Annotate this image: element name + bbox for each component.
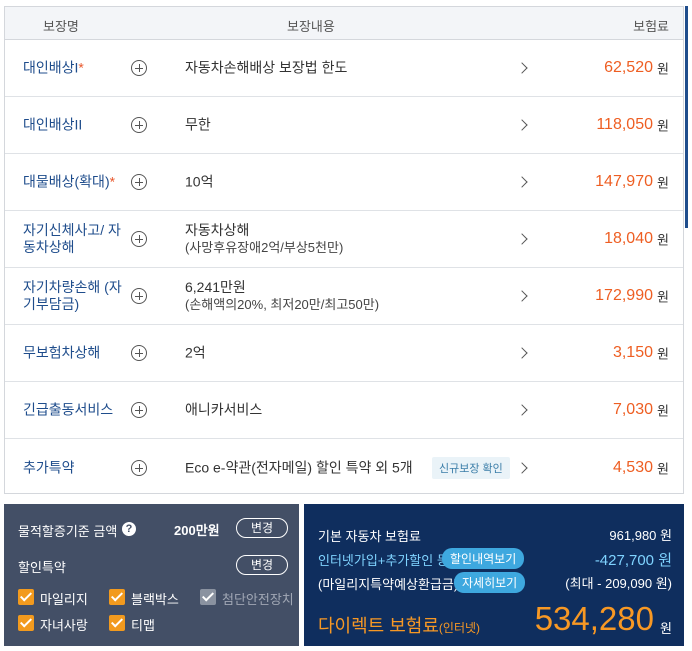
- change-threshold-button[interactable]: 변경: [236, 518, 288, 538]
- coverage-amount: 118,050: [596, 116, 653, 133]
- coverage-amount: 18,040: [604, 230, 653, 247]
- coverage-amount: 4,530: [612, 458, 653, 476]
- coverage-name: 대물배상(확대)*: [23, 173, 116, 190]
- coverage-name: 긴급출동서비스: [23, 401, 114, 418]
- property-threshold-label: 물적할증기준 금액: [18, 524, 118, 539]
- coverage-content: 무한: [185, 116, 211, 133]
- mileage-refund-value: (최대 - 209,090 원): [565, 576, 672, 591]
- chevron-right-icon[interactable]: [516, 290, 528, 302]
- checkbox-disabled-icon: [200, 589, 216, 605]
- view-more-button[interactable]: 자세히보기: [454, 572, 526, 593]
- chevron-right-icon[interactable]: [516, 461, 528, 474]
- discount-options-panel: 물적할증기준 금액 ? 200만원 변경 할인특약 변경 마일리지 블랙박스 첨…: [4, 504, 299, 646]
- chevron-right-icon[interactable]: [516, 404, 528, 416]
- currency-unit: 원: [657, 118, 669, 134]
- final-premium-unit: 원: [660, 621, 672, 636]
- coverage-amount: 3,150: [612, 344, 653, 361]
- discount-summary-value: -427,700 원: [594, 552, 672, 569]
- currency-unit: 원: [657, 232, 669, 248]
- chevron-right-icon[interactable]: [516, 233, 528, 245]
- table-header: 보장명 보장내용 보험료: [5, 7, 683, 40]
- currency-unit: 원: [657, 61, 669, 77]
- direct-premium-suffix: (인터넷): [438, 621, 481, 635]
- base-premium-value: 961,980 원: [609, 528, 672, 543]
- right-accent-bar: [685, 6, 688, 228]
- checkbox-checked-icon: [18, 589, 34, 605]
- checkbox-checked-icon: [18, 615, 34, 631]
- coverage-row-additional-riders[interactable]: 추가특약 Eco e-약관(전자메일) 할인 특약 외 5개 신규보장 확인 4…: [5, 439, 683, 496]
- coverage-amount: 62,520: [604, 59, 653, 76]
- checkbox-checked-icon: [109, 615, 125, 631]
- coverage-content: 자동차상해 (사망후유장애2억/부상5천만): [185, 222, 344, 255]
- coverage-row-own-vehicle[interactable]: 자기차량손해 (자기부담금) 6,241만원 (손해액의20%, 최저20만/최고…: [5, 268, 683, 325]
- coverage-row-bodily-injury-2[interactable]: 대인배상II 무한 118,050 원: [5, 97, 683, 154]
- coverage-amount: 7,030: [612, 401, 653, 418]
- coverage-content: 2억: [185, 344, 206, 361]
- expand-plus-icon[interactable]: [131, 60, 147, 76]
- expand-plus-icon[interactable]: [131, 231, 147, 247]
- chevron-right-icon[interactable]: [516, 119, 528, 131]
- expand-plus-icon[interactable]: [131, 345, 147, 361]
- coverage-content: 애니카서비스: [185, 401, 263, 418]
- direct-premium-label: 다이렉트 보험료(인터넷): [318, 616, 481, 636]
- header-premium: 보험료: [633, 19, 669, 34]
- chevron-right-icon[interactable]: [516, 347, 528, 359]
- chevron-right-icon[interactable]: [516, 62, 528, 74]
- expand-plus-icon[interactable]: [131, 117, 147, 133]
- coverage-name: 무보험차상해: [23, 344, 101, 361]
- new-coverage-badge[interactable]: 신규보장 확인: [432, 456, 510, 479]
- checkbox-checked-icon: [109, 589, 125, 605]
- view-discount-details-button[interactable]: 할인내역보기: [442, 548, 525, 569]
- coverage-name: 대인배상I*: [23, 59, 84, 76]
- currency-unit: 원: [657, 289, 669, 305]
- required-star: *: [109, 173, 116, 190]
- chevron-right-icon[interactable]: [516, 176, 528, 188]
- coverage-content-sub: (손해액의20%, 최저20만/최고50만): [185, 297, 380, 312]
- coverage-name: 자기신체사고/ 자동차상해: [23, 222, 121, 255]
- currency-unit: 원: [657, 346, 669, 362]
- required-star: *: [78, 59, 84, 76]
- header-content: 보장내용: [287, 19, 335, 34]
- discount-summary-label: 인터넷가입+추가할인 등: [318, 553, 449, 568]
- expand-plus-icon[interactable]: [131, 459, 147, 476]
- mileage-refund-label: (마일리지특약예상환급금): [318, 577, 459, 592]
- discount-riders-label: 할인특약: [18, 560, 66, 575]
- checkbox-label: 첨단안전장치: [222, 592, 294, 607]
- premium-summary-panel: 기본 자동차 보험료 961,980 원 인터넷가입+추가할인 등 할인내역보기…: [304, 504, 684, 646]
- coverage-table: 보장명 보장내용 보험료 대인배상I* 자동차손해배상 보장법 한도 62,52…: [4, 6, 684, 494]
- coverage-content: 자동차손해배상 보장법 한도: [185, 59, 348, 76]
- coverage-amount: 147,970: [595, 173, 653, 190]
- expand-plus-icon[interactable]: [131, 288, 147, 304]
- coverage-row-bodily-injury-1[interactable]: 대인배상I* 자동차손해배상 보장법 한도 62,520 원: [5, 40, 683, 97]
- coverage-content: 6,241만원 (손해액의20%, 최저20만/최고50만): [185, 279, 380, 312]
- checkbox-label: 티맵: [131, 618, 155, 633]
- change-discount-button[interactable]: 변경: [236, 555, 288, 575]
- expand-plus-icon[interactable]: [131, 402, 147, 418]
- expand-plus-icon[interactable]: [131, 174, 147, 190]
- coverage-row-property-damage[interactable]: 대물배상(확대)* 10억 147,970 원: [5, 154, 683, 211]
- help-question-icon[interactable]: ?: [122, 522, 136, 536]
- currency-unit: 원: [657, 175, 669, 191]
- currency-unit: 원: [657, 403, 669, 419]
- coverage-content: Eco e-약관(전자메일) 할인 특약 외 5개: [185, 459, 413, 475]
- coverage-row-personal-injury[interactable]: 자기신체사고/ 자동차상해 자동차상해 (사망후유장애2억/부상5천만) 18,0…: [5, 211, 683, 268]
- coverage-content-sub: (사망후유장애2억/부상5천만): [185, 240, 344, 255]
- coverage-content: 10억: [185, 173, 214, 190]
- checkbox-label: 마일리지: [40, 592, 88, 607]
- checkbox-label: 자녀사랑: [40, 618, 88, 633]
- coverage-row-emergency-service[interactable]: 긴급출동서비스 애니카서비스 7,030 원: [5, 382, 683, 439]
- currency-unit: 원: [657, 461, 669, 476]
- coverage-row-uninsured[interactable]: 무보험차상해 2억 3,150 원: [5, 325, 683, 382]
- final-premium-amount: 534,280: [534, 600, 654, 637]
- header-name: 보장명: [43, 19, 79, 34]
- base-premium-label: 기본 자동차 보험료: [318, 529, 421, 544]
- coverage-name: 대인배상II: [23, 116, 83, 133]
- coverage-name: 추가특약: [23, 459, 75, 475]
- coverage-name: 자기차량손해 (자기부담금): [23, 279, 122, 312]
- property-threshold-amount: 200만원: [174, 523, 220, 538]
- coverage-amount: 172,990: [595, 287, 653, 304]
- checkbox-label: 블랙박스: [131, 592, 179, 607]
